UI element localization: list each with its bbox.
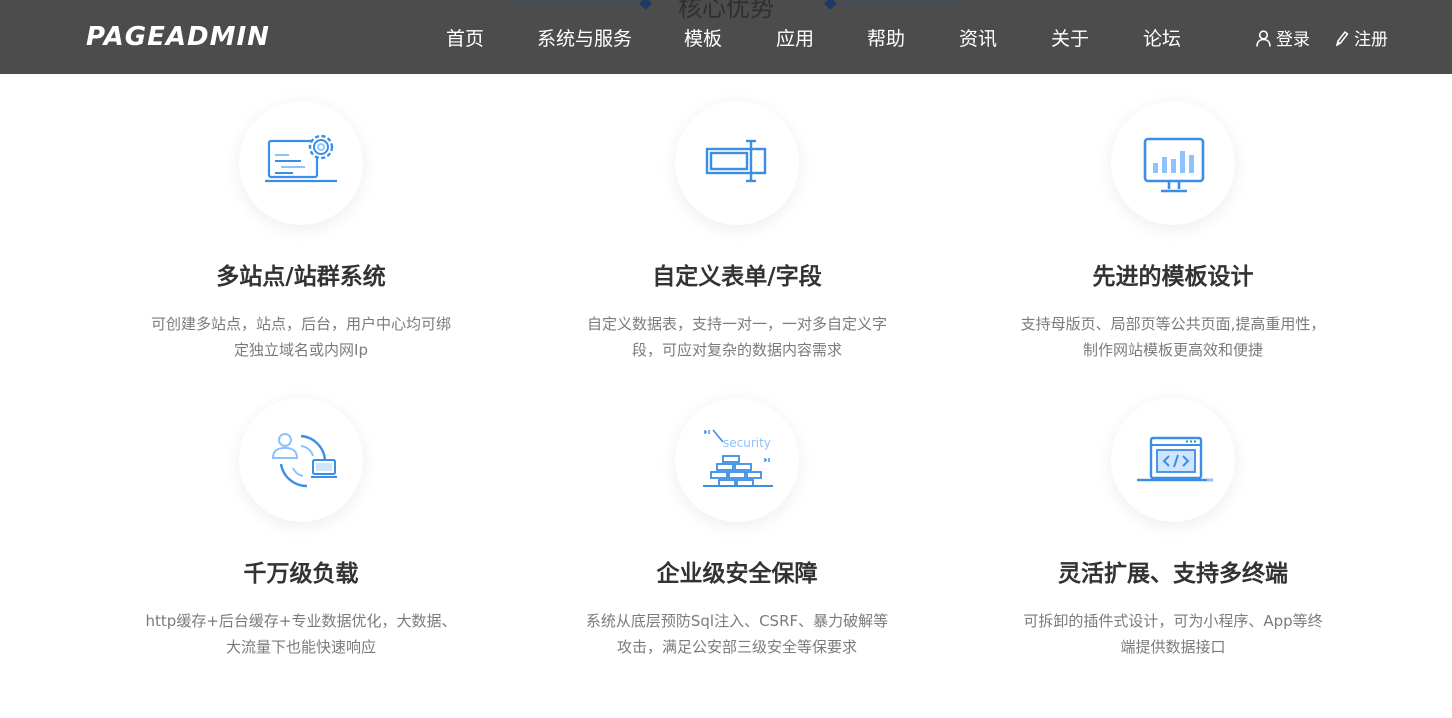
login-label: 登录 xyxy=(1276,30,1310,50)
feature-description-line: 段，可应对复杂的数据内容需求 xyxy=(631,341,842,359)
feature-description: 支持母版页、局部页等公共页面,提高重用性， 制作网站模板更高效和便捷 xyxy=(1003,311,1343,363)
nav-item-about[interactable]: 关于 xyxy=(1051,24,1089,51)
feature-description: 自定义数据表，支持一对一，一对多自定义字 段，可应对复杂的数据内容需求 xyxy=(567,311,907,363)
feature-icon-circle xyxy=(1111,101,1235,225)
feature-icon-circle xyxy=(1111,398,1235,522)
feature-description: http缓存+后台缓存+专业数据优化，大数据、 大流量下也能快速响应 xyxy=(131,608,471,660)
feature-title: 千万级负载 xyxy=(243,561,359,587)
login-link[interactable]: 登录 xyxy=(1256,25,1310,50)
nav-item-system-services[interactable]: 系统与服务 xyxy=(537,24,632,51)
nav-item-templates[interactable]: 模板 xyxy=(684,24,722,51)
feature-title: 企业级安全保障 xyxy=(656,561,818,587)
monitor-chart-icon xyxy=(1143,137,1205,193)
form-field-icon xyxy=(705,139,767,183)
section-title-left-line xyxy=(510,3,640,5)
feature-description-line: http缓存+后台缓存+专业数据优化，大数据、 xyxy=(145,612,457,630)
feature-description-line: 端提供数据接口 xyxy=(1120,638,1226,656)
section-title-right-line xyxy=(836,3,966,5)
feature-title: 先进的模板设计 xyxy=(1092,264,1254,290)
user-load-icon xyxy=(271,433,337,488)
security-wall-icon: security xyxy=(703,429,773,487)
section-title-right-diamond xyxy=(824,0,837,10)
code-laptop-icon xyxy=(1137,436,1213,482)
logo[interactable]: PAGEADMIN xyxy=(86,22,270,52)
feature-icon-circle: security xyxy=(675,398,799,522)
security-text: security xyxy=(723,436,771,450)
nav-item-home[interactable]: 首页 xyxy=(446,24,484,51)
feature-description-line: 制作网站模板更高效和便捷 xyxy=(1082,341,1263,359)
register-label: 注册 xyxy=(1354,30,1388,50)
feature-description-line: 定独立域名或内网Ip xyxy=(234,341,368,359)
feature-icon-circle xyxy=(239,101,363,225)
nav-item-news[interactable]: 资讯 xyxy=(959,24,997,51)
feature-description: 可拆卸的插件式设计，可为小程序、App等终 端提供数据接口 xyxy=(1003,608,1343,660)
feature-description-line: 攻击，满足公安部三级安全等保要求 xyxy=(616,638,857,656)
register-link[interactable]: 注册 xyxy=(1334,25,1388,50)
feature-icon-circle xyxy=(675,101,799,225)
user-icon xyxy=(1256,30,1271,47)
feature-description-line: 系统从底层预防Sql注入、CSRF、暴力破解等 xyxy=(585,612,889,630)
section-title-left-diamond xyxy=(639,0,652,10)
feature-description-line: 支持母版页、局部页等公共页面,提高重用性， xyxy=(1020,315,1326,333)
feature-description: 可创建多站点，站点，后台，用户中心均可绑 定独立域名或内网Ip xyxy=(131,311,471,363)
feature-title: 自定义表单/字段 xyxy=(652,264,822,290)
feature-description-line: 可拆卸的插件式设计，可为小程序、App等终 xyxy=(1023,612,1323,630)
feature-description-line: 自定义数据表，支持一对一，一对多自定义字 xyxy=(586,315,887,333)
nav-item-help[interactable]: 帮助 xyxy=(867,24,905,51)
feature-title: 多站点/站群系统 xyxy=(216,264,386,290)
feature-description-line: 可创建多站点，站点，后台，用户中心均可绑 xyxy=(150,315,451,333)
feature-description-line: 大流量下也能快速响应 xyxy=(225,638,376,656)
top-navigation-bar: 核心优势 PAGEADMIN 首页 系统与服务 模板 应用 帮助 资讯 关于 论… xyxy=(0,0,1452,74)
feature-icon-circle xyxy=(239,398,363,522)
pencil-icon xyxy=(1335,30,1349,47)
feature-title: 灵活扩展、支持多终端 xyxy=(1058,561,1288,587)
settings-screen-icon xyxy=(265,134,337,183)
section-title-partial: 核心优势 xyxy=(678,0,774,22)
nav-item-forum[interactable]: 论坛 xyxy=(1143,24,1181,51)
feature-description: 系统从底层预防Sql注入、CSRF、暴力破解等 攻击，满足公安部三级安全等保要求 xyxy=(567,608,907,660)
nav-item-applications[interactable]: 应用 xyxy=(776,24,814,51)
